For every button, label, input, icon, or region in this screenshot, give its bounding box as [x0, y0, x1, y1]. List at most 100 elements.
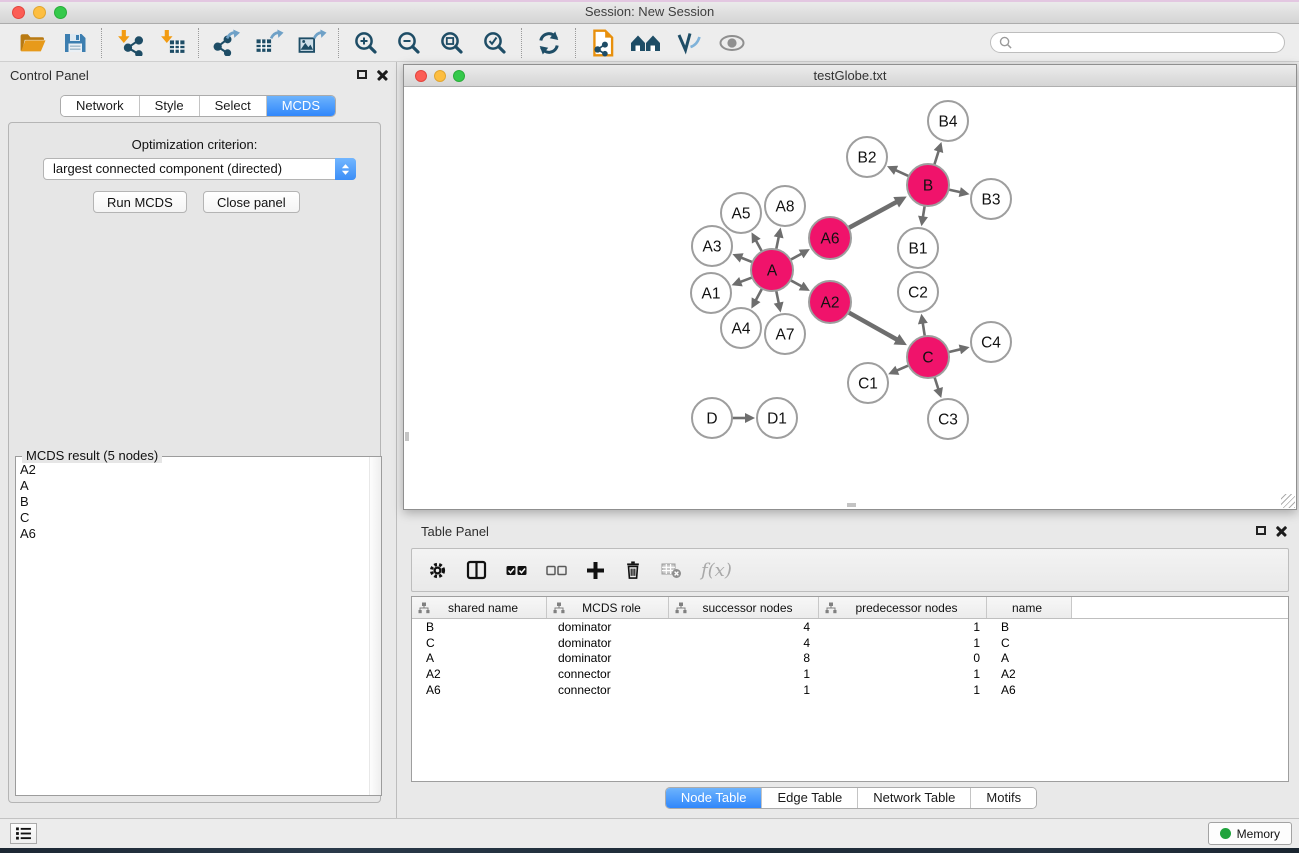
table-row[interactable]: A2 connector 1 1 A2: [412, 666, 1288, 682]
table-toolbar: f(x): [411, 548, 1289, 592]
select-all-icon: [506, 561, 527, 580]
create-column-button[interactable]: [586, 561, 605, 580]
zoom-out-button[interactable]: [387, 26, 430, 60]
tab-network-table[interactable]: Network Table: [858, 788, 971, 808]
tab-network[interactable]: Network: [61, 96, 140, 116]
result-item[interactable]: A2: [20, 462, 367, 478]
control-panel-tabs: Network Style Select MCDS: [0, 95, 396, 117]
graph-canvas[interactable]: B4B2BB3A8A5A6A3B1AC2A1A2A4A7C4CC1DD1C3: [404, 87, 1296, 509]
export-network-icon: [211, 29, 241, 56]
optimization-criterion-label: Optimization criterion:: [9, 137, 380, 152]
gear-icon: [428, 561, 447, 580]
column-header-name[interactable]: name: [987, 597, 1072, 618]
function-builder-button[interactable]: f(x): [701, 560, 732, 581]
tab-style[interactable]: Style: [140, 96, 200, 116]
column-header-predecessor-nodes[interactable]: predecessor nodes: [819, 597, 987, 618]
eye-icon: [717, 30, 747, 56]
float-table-panel-icon[interactable]: [1256, 526, 1266, 535]
column-header-shared-name[interactable]: shared name: [412, 597, 547, 618]
window-title: Session: New Session: [0, 4, 1299, 19]
control-panel-title: Control Panel: [10, 68, 89, 83]
close-table-panel-icon[interactable]: [1276, 525, 1287, 536]
close-mcds-panel-button[interactable]: Close panel: [203, 191, 300, 213]
result-item[interactable]: C: [20, 510, 367, 526]
graph-node-label-B3: B3: [982, 191, 1001, 208]
graph-node-label-C1: C1: [858, 375, 878, 392]
show-graphics-details-button[interactable]: [710, 26, 753, 60]
zoom-fit-content-button[interactable]: [430, 26, 473, 60]
memory-label: Memory: [1237, 827, 1280, 841]
export-table-button[interactable]: [247, 26, 290, 60]
optimization-criterion-select[interactable]: largest connected component (directed): [43, 158, 356, 180]
close-panel-icon[interactable]: [377, 69, 388, 80]
memory-button[interactable]: Memory: [1208, 822, 1292, 845]
mcds-result-title: MCDS result (5 nodes): [22, 448, 162, 463]
table-header-row: shared name MCDS role successor nodes pr…: [412, 597, 1288, 619]
import-table-from-file-button[interactable]: [150, 26, 193, 60]
tab-select[interactable]: Select: [200, 96, 267, 116]
delete-table-button[interactable]: [661, 561, 682, 579]
tab-edge-table[interactable]: Edge Table: [762, 788, 858, 808]
graph-node-label-A1: A1: [702, 285, 721, 302]
new-network-from-selection-button[interactable]: [581, 26, 624, 60]
control-panel-header: Control Panel: [0, 62, 396, 88]
delete-column-button[interactable]: [624, 560, 642, 580]
tab-node-table[interactable]: Node Table: [666, 788, 763, 808]
graph-node-label-B: B: [923, 177, 933, 194]
table-panel: Table Panel: [403, 518, 1299, 818]
application-window: Session: New Session: [0, 0, 1299, 853]
import-network-from-file-button[interactable]: [107, 26, 150, 60]
deselect-all-columns-button[interactable]: [546, 561, 567, 580]
show-hide-panels-button[interactable]: [624, 26, 667, 60]
float-panel-icon[interactable]: [357, 70, 367, 79]
zoom-in-button[interactable]: [344, 26, 387, 60]
titlebar: Session: New Session: [0, 0, 1299, 24]
refresh-view-button[interactable]: [527, 26, 570, 60]
table-panel-header: Table Panel: [403, 518, 1299, 544]
toolbar-separator: [575, 28, 576, 58]
table-row[interactable]: C dominator 4 1 C: [412, 635, 1288, 651]
graph-node-label-C2: C2: [908, 284, 928, 301]
table-row[interactable]: A dominator 8 0 A: [412, 650, 1288, 666]
apply-preferred-style-button[interactable]: [667, 26, 710, 60]
column-header-mcds-role[interactable]: MCDS role: [547, 597, 669, 618]
horizontal-scroll-indicator[interactable]: [847, 503, 856, 507]
result-item[interactable]: A6: [20, 526, 367, 542]
result-item[interactable]: B: [20, 494, 367, 510]
tab-mcds[interactable]: MCDS: [267, 96, 335, 116]
optimization-criterion-value: largest connected component (directed): [53, 161, 282, 176]
vertical-scroll-indicator[interactable]: [405, 432, 409, 441]
show-columns-button[interactable]: [466, 560, 487, 580]
graph-node-label-A3: A3: [703, 238, 722, 255]
search-input[interactable]: [1017, 36, 1276, 50]
open-file-button[interactable]: [10, 26, 53, 60]
export-image-button[interactable]: [290, 26, 333, 60]
graph-edge-A6-B[interactable]: [847, 202, 898, 229]
task-list-icon: [16, 827, 31, 840]
tab-motifs[interactable]: Motifs: [971, 788, 1036, 808]
zoom-out-icon: [395, 30, 423, 56]
node-table: shared name MCDS role successor nodes pr…: [411, 596, 1289, 782]
resize-grip[interactable]: [1281, 494, 1295, 508]
export-network-button[interactable]: [204, 26, 247, 60]
graph-node-label-A8: A8: [776, 198, 795, 215]
workspace: Control Panel Network Style Select MCDS …: [0, 62, 1299, 818]
result-scrollbar[interactable]: [369, 457, 381, 795]
table-settings-button[interactable]: [428, 561, 447, 580]
graph-edge-A2-C[interactable]: [847, 311, 898, 340]
column-header-successor-nodes[interactable]: successor nodes: [669, 597, 819, 618]
show-task-history-button[interactable]: [10, 823, 37, 844]
table-row[interactable]: B dominator 4 1 B: [412, 619, 1288, 635]
select-all-columns-button[interactable]: [506, 561, 527, 580]
control-panel: Control Panel Network Style Select MCDS …: [0, 62, 397, 818]
zoom-selected-region-button[interactable]: [473, 26, 516, 60]
graph-node-label-C4: C4: [981, 334, 1001, 351]
mcds-result-list: A2 A B C A6: [20, 462, 367, 542]
run-mcds-button[interactable]: Run MCDS: [93, 191, 187, 213]
result-item[interactable]: A: [20, 478, 367, 494]
network-graph[interactable]: B4B2BB3A8A5A6A3B1AC2A1A2A4A7C4CC1DD1C3: [404, 87, 1296, 509]
open-folder-icon: [17, 29, 47, 56]
save-session-button[interactable]: [53, 26, 96, 60]
table-row[interactable]: A6 connector 1 1 A6: [412, 682, 1288, 698]
search-field: [990, 32, 1285, 53]
